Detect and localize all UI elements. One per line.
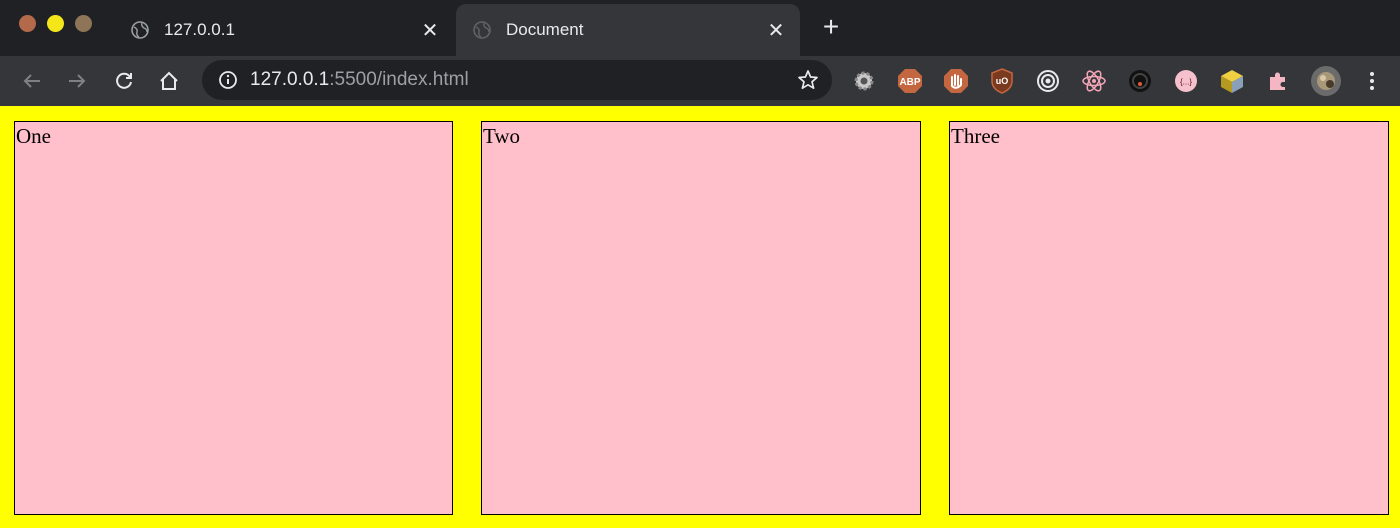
target-icon	[1037, 70, 1059, 92]
url-path: :5500/index.html	[329, 69, 469, 90]
url-text[interactable]: 127.0.0.1:5500/index.html	[250, 69, 796, 91]
profile-avatar[interactable]	[1310, 65, 1342, 97]
url-host: 127.0.0.1	[250, 69, 330, 90]
box-label: Two	[483, 124, 521, 148]
window-minimize-button[interactable]	[47, 15, 64, 32]
window-maximize-button[interactable]	[75, 15, 92, 32]
loading-globe-icon	[473, 21, 491, 39]
puzzle-icon	[1270, 72, 1285, 90]
cube-extension-icon[interactable]	[1218, 67, 1246, 95]
tab-strip: 127.0.0.1 ✕ Document ✕ +	[0, 0, 1400, 56]
site-info-icon[interactable]	[218, 70, 238, 90]
tab-document[interactable]: Document ✕	[456, 4, 800, 56]
react-devtools-icon[interactable]	[1080, 67, 1108, 95]
box-label: One	[16, 124, 51, 148]
hand-stop-extension-icon[interactable]	[942, 67, 970, 95]
svg-text:uO: uO	[996, 76, 1009, 86]
tab-title: Document	[506, 20, 584, 39]
box-label: Three	[951, 124, 1000, 148]
abp-extension-icon[interactable]: ABP	[896, 67, 924, 95]
abp-label: ABP	[899, 77, 920, 88]
shield-icon: uO	[991, 68, 1013, 94]
address-bar[interactable]: 127.0.0.1:5500/index.html	[202, 60, 832, 100]
json-label: {...}	[1180, 78, 1192, 87]
back-button[interactable]	[18, 67, 46, 95]
window-controls	[19, 15, 92, 32]
gear-icon	[854, 71, 874, 91]
ublock-extension-icon[interactable]: uO	[988, 67, 1016, 95]
box-one: One	[14, 121, 453, 515]
page-viewport: One Two Three	[0, 106, 1400, 528]
more-vert-icon	[1370, 72, 1374, 90]
cube-icon	[1221, 70, 1243, 93]
record-icon	[1129, 70, 1151, 92]
record-extension-icon[interactable]	[1126, 67, 1154, 95]
box-two: Two	[481, 121, 921, 515]
react-atom-icon	[1082, 70, 1106, 92]
hand-stop-icon	[944, 69, 968, 93]
target-extension-icon[interactable]	[1034, 67, 1062, 95]
json-formatter-icon[interactable]: {...}	[1172, 67, 1200, 95]
tab-title: 127.0.0.1	[164, 20, 235, 39]
tab-close-icon[interactable]: ✕	[420, 18, 440, 43]
puzzle-extensions-icon[interactable]	[1264, 67, 1292, 95]
browser-toolbar: 127.0.0.1:5500/index.html ABP uO {...}	[0, 56, 1400, 106]
box-three: Three	[949, 121, 1389, 515]
bookmark-star-icon[interactable]	[796, 68, 820, 92]
home-button[interactable]	[155, 67, 183, 95]
kebab-menu-icon[interactable]	[1358, 67, 1386, 95]
home-icon	[160, 71, 178, 90]
reload-button[interactable]	[110, 67, 138, 95]
new-tab-button[interactable]: +	[818, 13, 844, 41]
reload-icon	[116, 72, 132, 89]
braces-icon: {...}	[1175, 70, 1197, 92]
arrow-left-icon	[23, 74, 40, 88]
tab-127-0-0-1[interactable]: 127.0.0.1 ✕	[114, 4, 454, 56]
forward-button[interactable]	[63, 67, 91, 95]
gear-extension-icon[interactable]	[850, 67, 878, 95]
adblock-icon: ABP	[898, 69, 922, 93]
globe-icon	[131, 21, 149, 39]
tab-close-icon[interactable]: ✕	[766, 18, 786, 43]
window-close-button[interactable]	[19, 15, 36, 32]
arrow-right-icon	[69, 74, 86, 88]
avatar-icon	[1311, 66, 1341, 96]
